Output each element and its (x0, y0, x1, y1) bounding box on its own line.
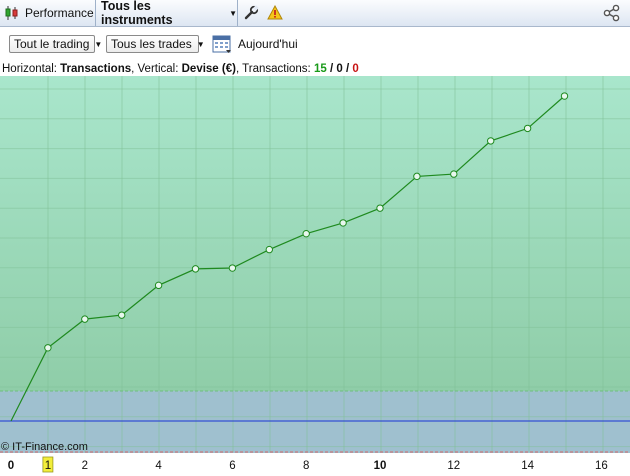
separator: / (326, 63, 337, 75)
profit-zone (0, 76, 630, 391)
date-range-label[interactable]: Aujourd'hui (238, 37, 298, 51)
x-tick-label: 14 (521, 460, 534, 472)
data-point[interactable] (81, 315, 89, 323)
data-point[interactable] (154, 281, 163, 290)
data-point[interactable] (560, 92, 569, 100)
transactions-prefix: , Transactions: (235, 63, 314, 75)
tab-performance-label: Performance (25, 6, 94, 20)
x-axis-band (0, 453, 630, 476)
x-tick-label: 12 (447, 460, 460, 472)
data-point[interactable] (339, 219, 347, 227)
losing-count: 0 (352, 63, 359, 75)
tab-performance[interactable]: Performance (0, 0, 96, 26)
copyright-label: © IT-Finance.com (1, 441, 88, 453)
loss-zone (0, 391, 630, 453)
share-icon[interactable] (603, 4, 621, 22)
tab-bar: Performance Tous les instruments ▼ (0, 0, 630, 27)
data-point[interactable] (523, 124, 532, 133)
x-tick-label: 1 (45, 460, 51, 472)
filter-toolbar: Tout le trading ▼ Tous les trades ▼ Aujo… (0, 27, 630, 61)
calendar-icon[interactable] (212, 34, 232, 54)
x-tick-label: 0 (8, 460, 14, 472)
horizontal-axis-value: Transactions (60, 63, 132, 75)
data-point[interactable] (487, 137, 495, 145)
vertical-axis-value: Devise (€) (181, 63, 236, 75)
instruments-selector[interactable]: Tous les instruments ▼ (96, 0, 238, 27)
trades-select-value: Tous les trades (111, 37, 192, 51)
x-tick-label: 2 (82, 460, 88, 472)
vertical-prefix: , Vertical: (131, 63, 182, 75)
winning-count: 15 (313, 63, 327, 75)
trading-select[interactable]: Tout le trading ▼ (9, 35, 102, 53)
trades-select[interactable]: Tous les trades ▼ (106, 35, 205, 53)
x-tick-label: 16 (595, 460, 608, 472)
instruments-selector-label: Tous les instruments (101, 0, 173, 27)
x-tick-label: 6 (229, 460, 235, 472)
x-tick-label: 10 (374, 460, 387, 472)
data-point[interactable] (302, 229, 310, 238)
wrench-icon[interactable] (242, 4, 260, 22)
data-point[interactable] (44, 344, 52, 352)
data-point[interactable] (450, 170, 458, 178)
x-tick-label: 8 (303, 460, 309, 472)
x-tick-label: 4 (155, 460, 162, 472)
data-point[interactable] (191, 265, 200, 273)
chevron-down-icon: ▼ (229, 8, 237, 18)
candlestick-icon (5, 6, 18, 20)
data-point[interactable] (376, 204, 384, 212)
data-point[interactable] (413, 172, 421, 181)
chevron-down-icon: ▼ (196, 39, 205, 49)
horizontal-prefix: Horizontal: (2, 63, 61, 75)
data-point[interactable] (265, 245, 273, 254)
chevron-down-icon: ▼ (94, 39, 103, 49)
data-point[interactable] (118, 311, 126, 319)
chart-info-line: Horizontal: Transactions, Vertical: Devi… (2, 63, 359, 75)
data-point[interactable] (228, 264, 237, 272)
warning-icon[interactable] (266, 4, 284, 22)
trading-select-value: Tout le trading (14, 37, 90, 51)
separator: / (342, 63, 353, 75)
